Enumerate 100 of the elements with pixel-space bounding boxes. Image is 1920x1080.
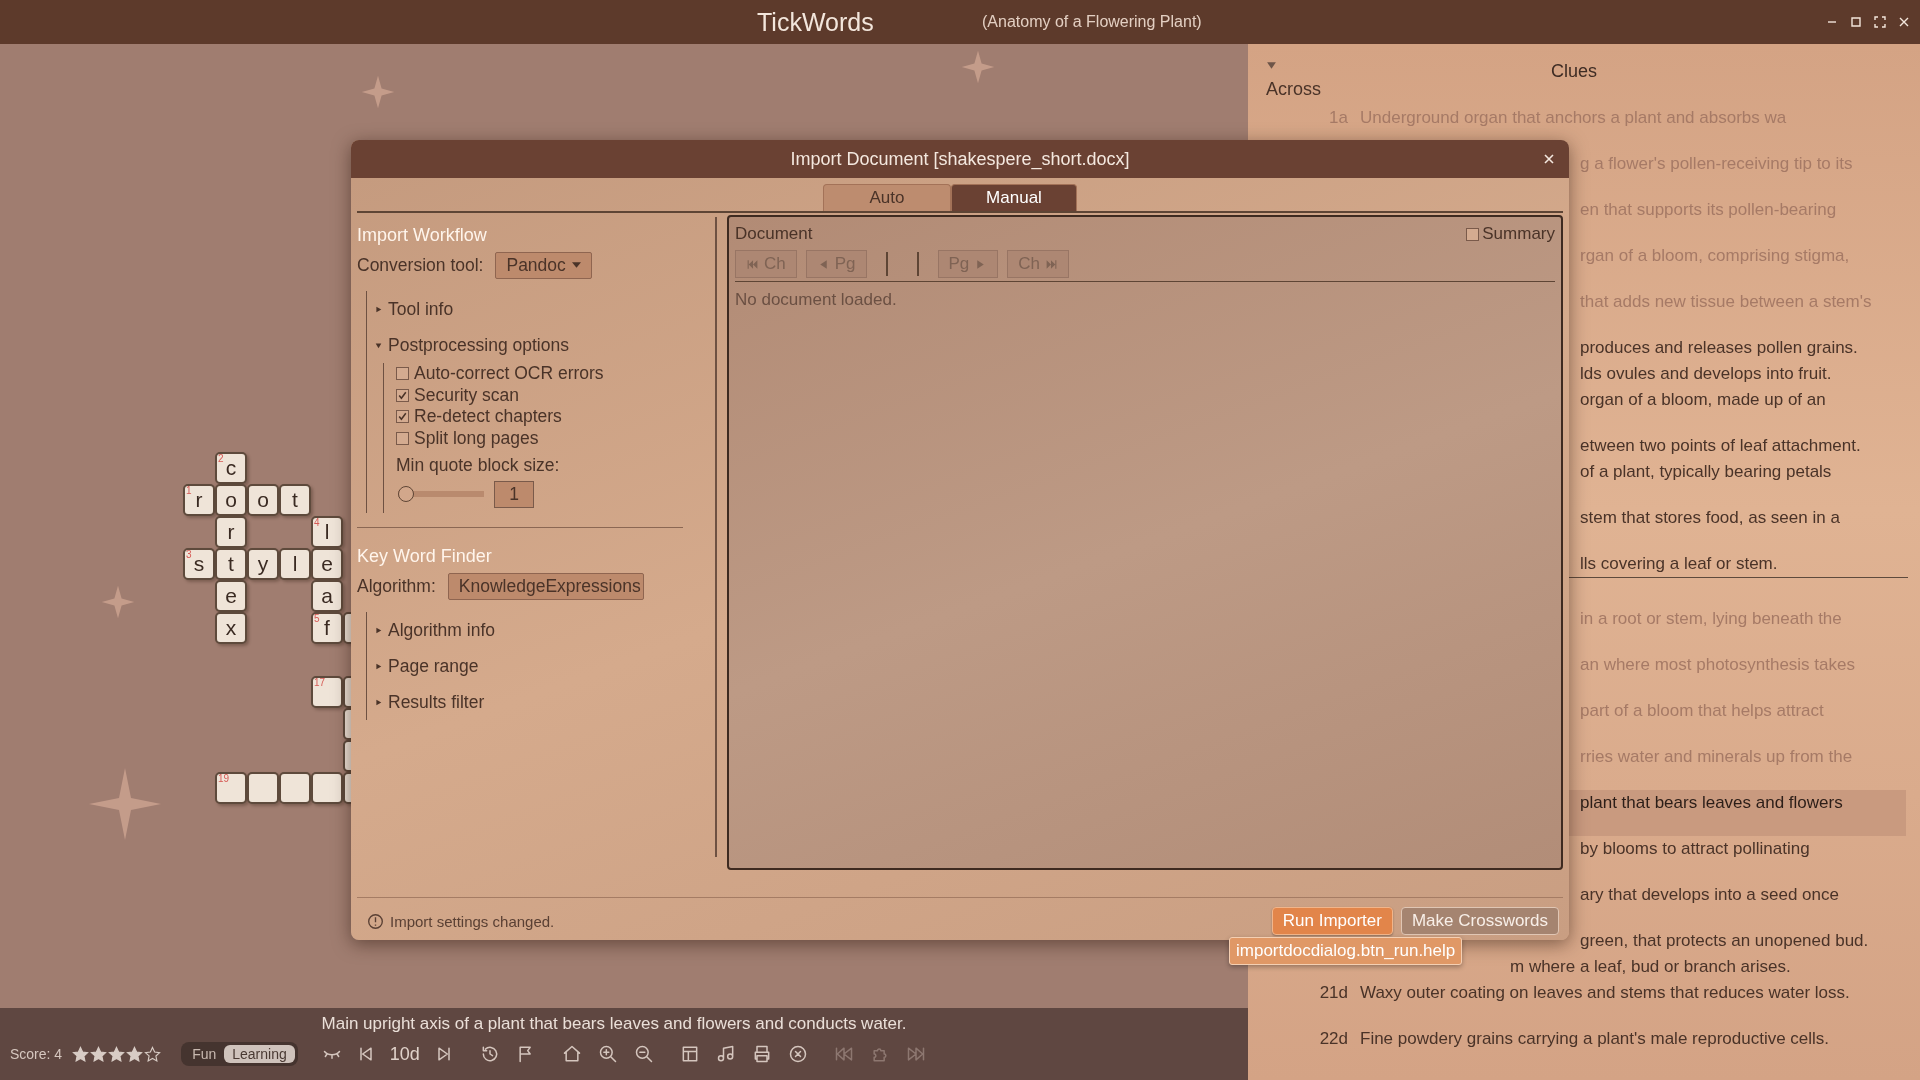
slider-thumb[interactable] [398,486,414,502]
crossword-cell[interactable] [311,772,343,804]
close-icon[interactable] [1543,153,1555,165]
star-icon [126,1045,144,1063]
crossword-cell[interactable]: a [311,580,343,612]
expander-triangle-icon[interactable] [375,662,382,670]
crossword-cell[interactable]: l [279,548,311,580]
checkbox-label[interactable]: Security scan [414,384,520,406]
checkbox[interactable] [396,367,409,381]
crossword-cell[interactable]: e [215,580,247,612]
score-label: Score: 4 [10,1046,63,1062]
expander[interactable]: Postprocessing options [375,327,707,363]
crossword-cell[interactable]: o [247,484,279,516]
checkbox-label[interactable]: Auto-correct OCR errors [414,363,604,385]
window-subtitle: (Anatomy of a Flowering Plant) [982,13,1202,31]
expander[interactable]: Results filter [375,684,707,720]
cell-letter: e [225,584,237,606]
section-heading[interactable]: Across [1266,79,1920,105]
close-icon[interactable] [787,1044,808,1064]
crossword-cell[interactable]: t [279,484,311,516]
clue-number: 1 [186,486,192,496]
expander-label[interactable]: Page range [388,655,479,677]
checkbox-label[interactable]: Re-detect chapters [414,406,562,428]
field-label: Algorithm: [357,575,436,597]
crossword-cell[interactable] [279,772,311,804]
cell-letter: o [225,488,237,510]
cell-letter: x [225,616,237,638]
expander-triangle-icon[interactable] [375,626,382,634]
value-field[interactable]: 1 [494,480,534,508]
clue-number: 19 [218,774,230,784]
expander-triangle-icon[interactable] [375,698,382,706]
cell-letter: s [193,552,205,574]
status-message: Import settings changed. [390,912,555,930]
current-clue: Main upright axis of a plant that bears leaves and flowers and conducts water. [320,1014,908,1034]
checkbox[interactable] [396,388,409,402]
close-icon[interactable] [1898,16,1910,28]
fullscreen-icon[interactable] [1874,16,1886,28]
tab[interactable]: Auto [823,184,951,211]
crossword-cell[interactable]: t [215,548,247,580]
section-title: Key Word Finder [357,545,493,568]
tab[interactable]: Manual [951,184,1077,211]
make-crosswords-button[interactable]: Make Crosswords [1400,907,1559,935]
conversion-tool-dropdown[interactable]: Pandoc [495,251,592,279]
collapse-triangle-icon[interactable] [1266,60,1277,71]
tooltip: importdocdialog.btn_run.help [1229,937,1463,965]
music-note-icon[interactable] [715,1044,736,1064]
expander-label[interactable]: Algorithm info [388,619,495,641]
info-icon [367,912,384,930]
cell-letter: r [195,488,203,510]
field-label: Conversion tool: [357,254,484,276]
mode-option[interactable]: Learning [224,1045,295,1063]
expander[interactable]: Algorithm info [375,612,707,648]
clue-row[interactable]: 21d Waxy outer coating on leaves and stems that reduces water loss. [1268,980,1906,1026]
expander[interactable]: Page range [375,648,707,684]
checkbox[interactable] [396,410,409,424]
expander-label[interactable]: Postprocessing options [388,334,569,356]
cell-letter: l [292,552,298,574]
clue-number: 3 [186,550,192,560]
mode-option[interactable]: Fun [184,1045,225,1063]
cell-letter: t [292,488,298,510]
zoom-in-icon[interactable] [597,1044,618,1064]
crossword-cell[interactable]: 4 l [311,516,343,548]
checkbox-label[interactable]: Split long pages [414,427,539,449]
crossword-cell[interactable]: 19 [215,772,247,804]
panel-title: Document [735,224,813,244]
crossword-cell[interactable] [247,772,279,804]
expander-triangle-icon[interactable] [375,341,382,349]
clue-row[interactable]: 22d Fine powdery grains carrying a plant's male reproductive cells. [1268,1026,1906,1072]
expander-triangle-icon[interactable] [375,305,382,313]
crossword-cell[interactable]: r [215,516,247,548]
crossword-cell[interactable]: y [247,548,279,580]
expander-label[interactable]: Results filter [388,691,485,713]
cell-letter: f [324,616,330,638]
expander-label[interactable]: Tool info [388,298,454,320]
section-title: Import Workflow [357,224,488,247]
dialog-title: Import Document [shakespere_short.docx] [790,148,1130,170]
crossword-cell[interactable]: 5 f [311,612,343,644]
crossword-cell[interactable]: 17 [311,676,343,708]
star-icon [108,1045,126,1063]
star-icon [144,1045,162,1063]
cell-letter: a [321,584,333,606]
checkbox[interactable] [1466,227,1480,241]
expander[interactable]: Tool info [375,291,707,327]
clue-number: 2 [218,454,224,464]
skip-forward-icon [1045,257,1059,271]
maximize-icon[interactable] [1850,16,1862,28]
algorithm-dropdown[interactable]: KnowledgeExpressions [447,572,644,600]
clues-title: Clues [1551,60,1598,82]
home-icon[interactable] [561,1044,582,1064]
empty-message: No document loaded. [735,290,898,310]
crossword-cell[interactable]: o [215,484,247,516]
slider-label: Min quote block size: [396,455,561,477]
checkbox-label[interactable]: Summary [1482,224,1555,244]
cell-letter: c [225,456,237,478]
star-icon [90,1045,108,1063]
zoom-out-icon[interactable] [633,1044,654,1064]
window-title: TickWords [757,7,874,37]
crossword-cell[interactable]: x [215,612,247,644]
checkbox[interactable] [396,431,409,445]
crossword-cell[interactable]: e [311,548,343,580]
